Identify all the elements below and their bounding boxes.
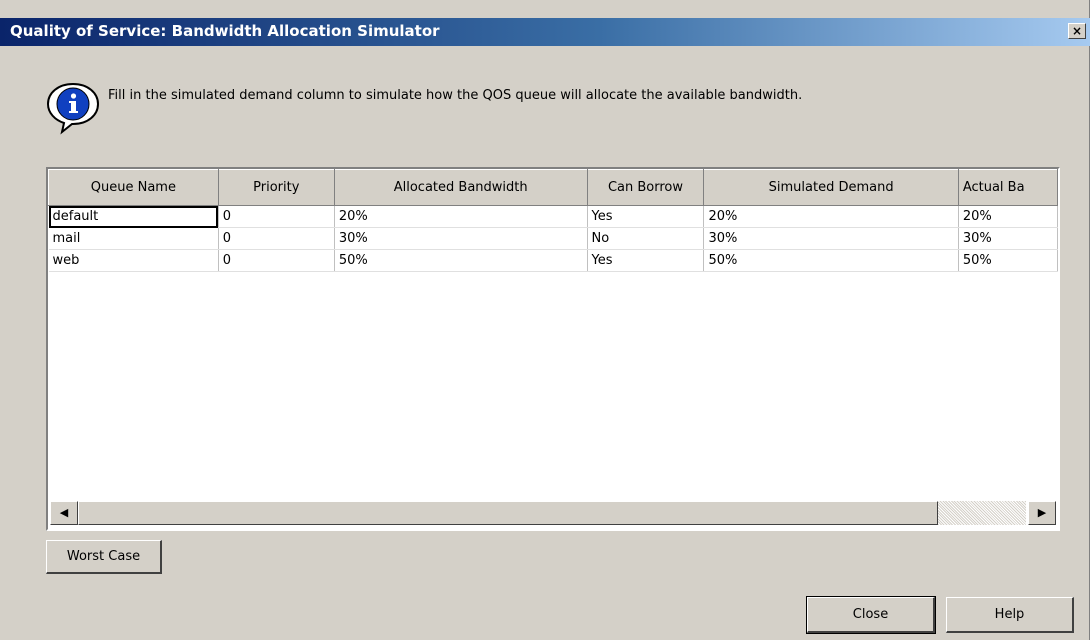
scrollbar-thumb[interactable]	[78, 501, 938, 525]
queue-table[interactable]: Queue Name Priority Allocated Bandwidth …	[46, 167, 1060, 531]
cell-actual-bandwidth[interactable]: 30%	[958, 227, 1058, 250]
cell-can-borrow[interactable]: Yes	[587, 205, 705, 228]
column-header-can-borrow[interactable]: Can Borrow	[586, 169, 705, 206]
table-row: mail 0 30% No 30% 30%	[48, 227, 1058, 250]
column-header-actual-bandwidth[interactable]: Actual Ba	[957, 169, 1058, 206]
cell-queue-name[interactable]: mail	[48, 227, 219, 250]
queue-grid: Queue Name Priority Allocated Bandwidth …	[48, 169, 1058, 272]
help-button[interactable]: Help	[946, 597, 1074, 633]
cell-queue-name[interactable]: default	[48, 205, 219, 228]
dialog-window: Quality of Service: Bandwidth Allocation…	[0, 0, 1090, 640]
table-header-row: Queue Name Priority Allocated Bandwidth …	[48, 169, 1058, 206]
cell-allocated-bandwidth[interactable]: 20%	[334, 205, 588, 228]
table-row: web 0 50% Yes 50% 50%	[48, 249, 1058, 272]
title-bar[interactable]: Quality of Service: Bandwidth Allocation…	[0, 18, 1090, 46]
cell-actual-bandwidth[interactable]: 50%	[958, 249, 1058, 272]
info-text: Fill in the simulated demand column to s…	[108, 88, 803, 103]
horizontal-scrollbar[interactable]: ◀ ▶	[48, 497, 1058, 529]
column-header-simulated-demand[interactable]: Simulated Demand	[703, 169, 959, 206]
scroll-left-icon[interactable]: ◀	[50, 501, 78, 525]
info-icon	[46, 82, 100, 135]
cell-can-borrow[interactable]: Yes	[587, 249, 705, 272]
scroll-right-icon[interactable]: ▶	[1028, 501, 1056, 525]
cell-priority[interactable]: 0	[218, 205, 335, 228]
window-title: Quality of Service: Bandwidth Allocation…	[10, 22, 440, 40]
cell-actual-bandwidth[interactable]: 20%	[958, 205, 1058, 228]
cell-can-borrow[interactable]: No	[587, 227, 705, 250]
cell-allocated-bandwidth[interactable]: 50%	[334, 249, 588, 272]
column-header-priority[interactable]: Priority	[217, 169, 335, 206]
column-header-queue-name[interactable]: Queue Name	[48, 169, 219, 206]
close-icon[interactable]: ×	[1068, 23, 1086, 39]
info-message: Fill in the simulated demand column to s…	[44, 80, 1064, 136]
cell-priority[interactable]: 0	[218, 249, 335, 272]
column-header-allocated-bandwidth[interactable]: Allocated Bandwidth	[333, 169, 588, 206]
worst-case-button[interactable]: Worst Case	[46, 540, 162, 574]
cell-simulated-demand[interactable]: 20%	[703, 205, 959, 228]
cell-queue-name[interactable]: web	[48, 249, 219, 272]
close-button[interactable]: Close	[806, 596, 936, 634]
cell-priority[interactable]: 0	[218, 227, 335, 250]
cell-simulated-demand[interactable]: 30%	[703, 227, 959, 250]
cell-simulated-demand[interactable]: 50%	[703, 249, 959, 272]
cell-allocated-bandwidth[interactable]: 30%	[334, 227, 588, 250]
table-row: default 0 20% Yes 20% 20%	[48, 205, 1058, 228]
